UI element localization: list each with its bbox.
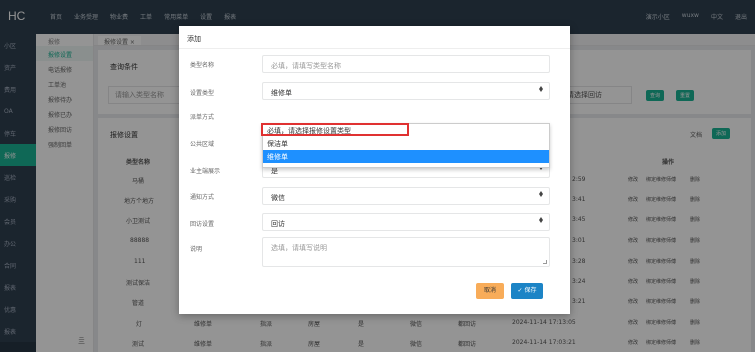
desc-placeholder: 选填，请填写说明 [271,244,327,252]
cancel-button[interactable]: 取消 [476,283,504,299]
resize-handle-icon[interactable] [543,260,547,264]
type-name-input[interactable]: 必填，请填写类型名称 [262,55,550,73]
return-visit-label: 回访设置 [190,221,215,228]
dispatch-label: 派单方式 [190,114,215,121]
type-name-label: 类型名称 [190,62,215,69]
highlight-annotation [261,123,409,136]
dropdown-option-repair[interactable]: 维修单 [263,150,549,163]
owner-show-value: 是 [271,167,278,175]
owner-show-label: 业主端展示 [190,168,221,175]
select-caret-icon [539,191,543,197]
modal-divider [179,48,570,49]
public-area-label: 公共区域 [190,141,215,148]
return-visit-select[interactable]: 回访 [262,213,550,231]
setting-type-value: 维修单 [271,89,292,97]
modal-title: 添加 [187,35,201,43]
desc-label: 说明 [190,246,203,253]
select-caret-icon [539,86,543,92]
select-caret-icon [539,217,543,223]
save-button[interactable]: ✓ 保存 [511,283,543,299]
notify-value: 微信 [271,194,285,202]
dropdown-option-cleaning[interactable]: 保洁单 [263,137,549,150]
desc-textarea[interactable]: 选填，请填写说明 [262,237,550,267]
setting-type-select[interactable]: 维修单 [262,82,550,100]
app-root: HC 首页 业务受理 物业费 工单 常用菜单 设置 报表 演示小区 wuxw 中… [0,0,755,352]
return-visit-value: 回访 [271,220,285,228]
setting-type-label: 设置类型 [190,90,215,97]
add-repair-setting-modal: 添加 类型名称 必填，请填写类型名称 设置类型 维修单 派单方式 公共区域 房屋… [179,26,570,314]
notify-select[interactable]: 微信 [262,187,550,205]
notify-label: 通知方式 [190,194,215,201]
